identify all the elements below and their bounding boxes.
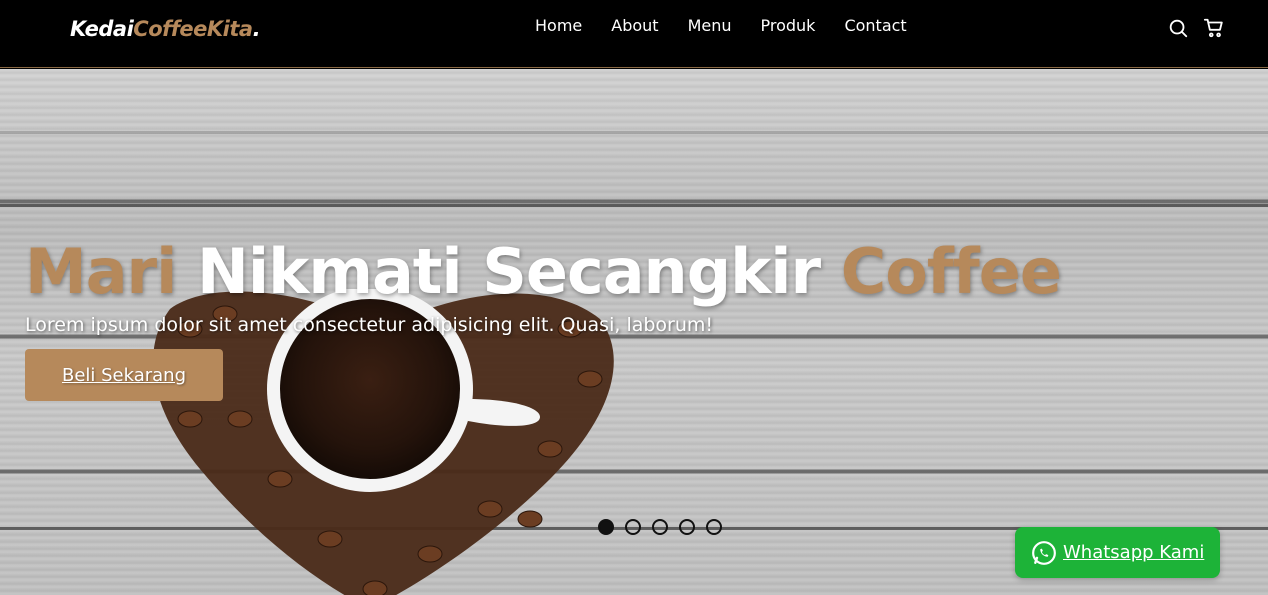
whatsapp-icon [1031, 540, 1057, 566]
nav-link-menu[interactable]: Menu [688, 16, 732, 35]
hero-title-word-mari: Mari [25, 235, 177, 308]
navbar: KedaiCoffeeKita. Home About Menu Produk … [0, 0, 1268, 68]
hero-title-word-coffee: Coffee [840, 235, 1062, 308]
hero-title-middle: Nikmati Secangkir [196, 235, 821, 308]
carousel-dot-5[interactable] [706, 519, 722, 535]
buy-now-button[interactable]: Beli Sekarang [25, 349, 223, 401]
hero-title: Mari Nikmati Secangkir Coffee [25, 235, 1062, 308]
nav-icons [1167, 17, 1225, 39]
nav-link-produk[interactable]: Produk [761, 16, 816, 35]
carousel-dot-4[interactable] [679, 519, 695, 535]
brand-part-dot: . [252, 17, 261, 41]
hero-section: Mari Nikmati Secangkir Coffee Lorem ipsu… [0, 69, 1268, 595]
cart-icon[interactable] [1203, 17, 1225, 39]
wood-plank-line [0, 131, 1268, 134]
brand-logo[interactable]: KedaiCoffeeKita. [70, 17, 261, 41]
nav-link-contact[interactable]: Contact [844, 16, 906, 35]
carousel-indicators [598, 519, 722, 535]
whatsapp-label: Whatsapp Kami [1063, 542, 1205, 563]
brand-part-kedai: Kedai [70, 17, 134, 41]
nav-link-home[interactable]: Home [535, 16, 582, 35]
brand-part-coffeekita: CoffeeKita [133, 17, 253, 41]
wood-plank-line [0, 204, 1268, 207]
carousel-dot-2[interactable] [625, 519, 641, 535]
carousel-dot-3[interactable] [652, 519, 668, 535]
search-icon[interactable] [1167, 17, 1189, 39]
whatsapp-button[interactable]: Whatsapp Kami [1015, 527, 1220, 578]
nav-link-about[interactable]: About [611, 16, 658, 35]
hero-subtitle: Lorem ipsum dolor sit amet consectetur a… [25, 314, 714, 336]
carousel-dot-1[interactable] [598, 519, 614, 535]
main-nav: Home About Menu Produk Contact [535, 16, 907, 35]
